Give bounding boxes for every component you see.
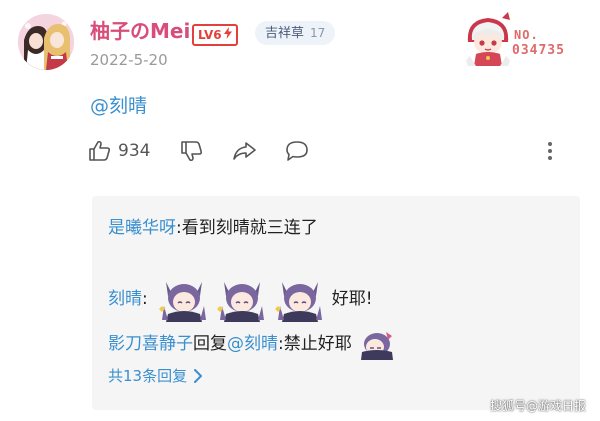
floor-label: NO. bbox=[514, 28, 539, 42]
watermark: 搜狐号@游戏日报 bbox=[490, 399, 587, 413]
keqing-emote-icon bbox=[360, 332, 393, 360]
share-arrow-icon bbox=[233, 142, 256, 160]
keqing-emote-icon bbox=[274, 282, 322, 322]
chevron-right-icon bbox=[194, 369, 203, 383]
like-count: 934 bbox=[118, 141, 151, 161]
floor-number: 034735 bbox=[512, 43, 565, 58]
thumbs-down-icon bbox=[181, 141, 203, 162]
more-replies-label: 共13条回复 bbox=[108, 367, 188, 385]
reply-item[interactable]: 是曦华呀: 看到刻晴就三连了 bbox=[108, 216, 318, 240]
reply-author[interactable]: 是曦华呀 bbox=[108, 216, 176, 240]
dislike-button[interactable] bbox=[180, 136, 204, 166]
reply-item[interactable]: 刻晴: 好耶! bbox=[108, 276, 373, 322]
reply-text: 看到刻晴就三连了 bbox=[181, 218, 318, 238]
reply-text: 禁止好耶 bbox=[283, 334, 352, 354]
view-all-replies-link[interactable]: 共13条回复 bbox=[108, 364, 203, 388]
level-label: LV6 bbox=[198, 28, 222, 42]
avatar[interactable] bbox=[18, 14, 74, 70]
comment-bubble-icon bbox=[286, 141, 308, 161]
keqing-emote-icon bbox=[216, 282, 264, 322]
reply-author[interactable]: 刻晴 bbox=[108, 287, 142, 311]
reply-author[interactable]: 影刀喜静子 bbox=[108, 332, 193, 356]
reply-word: 回复 bbox=[193, 334, 227, 354]
share-button[interactable] bbox=[232, 136, 258, 166]
username[interactable]: 柚子のMei bbox=[90, 18, 190, 44]
level-badge: LV6 bbox=[192, 24, 238, 46]
chibi-anime-character-icon bbox=[466, 12, 510, 66]
emote-group bbox=[158, 276, 326, 322]
comment-button[interactable] bbox=[284, 136, 310, 166]
user-tag-label: 吉祥草 bbox=[265, 26, 305, 41]
reply-text: 好耶! bbox=[331, 289, 373, 309]
vertical-ellipsis-icon bbox=[548, 142, 552, 160]
post-date: 2022-5-20 bbox=[90, 51, 168, 69]
more-options-button[interactable] bbox=[542, 136, 558, 166]
floor-badge: NO. 034735 bbox=[450, 10, 600, 70]
anime-girls-avatar-image bbox=[18, 14, 74, 70]
thumbs-up-icon bbox=[89, 140, 111, 161]
lightning-bolt-icon bbox=[223, 26, 232, 44]
reply-target[interactable]: @刻晴 bbox=[227, 332, 278, 356]
user-tag[interactable]: 吉祥草 17 bbox=[255, 21, 336, 45]
user-tag-count: 17 bbox=[310, 26, 326, 40]
reply-preview-box[interactable]: 是曦华呀: 看到刻晴就三连了 刻晴: 好耶! 影刀喜静子 回复 @刻晴: 禁止… bbox=[92, 196, 580, 410]
reply-separator: : bbox=[142, 289, 148, 309]
post-content-mention[interactable]: @刻晴 bbox=[90, 93, 147, 119]
action-bar: 934 bbox=[88, 136, 568, 166]
keqing-emote-icon bbox=[158, 282, 206, 322]
reply-item[interactable]: 影刀喜静子 回复 @刻晴 : 禁止好耶 bbox=[108, 328, 396, 360]
like-button[interactable]: 934 bbox=[88, 136, 150, 166]
